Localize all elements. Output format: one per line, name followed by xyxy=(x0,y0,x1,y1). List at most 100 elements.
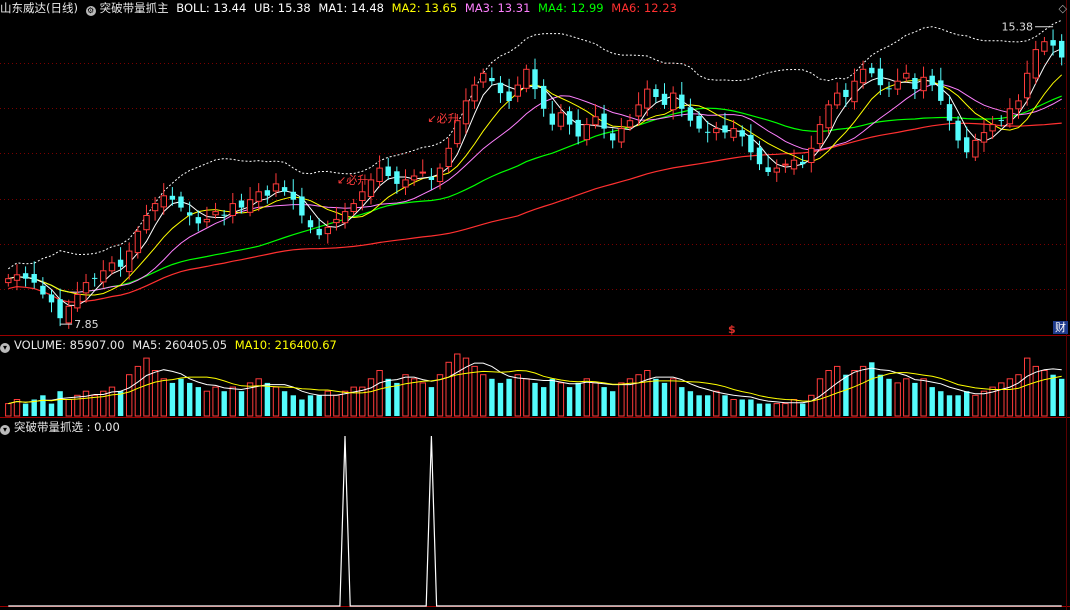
volume-bar-up xyxy=(790,399,798,417)
volume-bar-down xyxy=(946,395,953,416)
volume-bar-down xyxy=(290,395,296,416)
volume-bar-up xyxy=(5,403,12,417)
volume-bar-up xyxy=(402,374,409,417)
settings-icon[interactable]: ⚙ xyxy=(85,6,96,16)
candle-down xyxy=(765,167,771,172)
candle-up xyxy=(324,226,332,235)
candle-up xyxy=(808,147,815,164)
volume-bar-down xyxy=(169,382,176,416)
candle-up xyxy=(1024,72,1031,99)
candle-down xyxy=(541,85,547,109)
candle-up xyxy=(1032,49,1039,79)
volume-bar-up xyxy=(203,390,211,417)
ma4-value: MA4: 12.99 xyxy=(538,1,604,15)
volume-bar-down xyxy=(221,391,227,416)
volume-bar-up xyxy=(359,386,366,417)
volume-bar-up xyxy=(255,378,262,417)
candle-down xyxy=(169,195,176,200)
indicator-name[interactable]: 突破带量抓主 xyxy=(100,1,169,15)
volume-bar-down xyxy=(489,378,495,416)
volume-bar-up xyxy=(834,365,841,417)
candle-down xyxy=(938,80,944,101)
volume-bar-up xyxy=(445,361,452,417)
volume-bar-down xyxy=(955,395,961,416)
volume-bar-down xyxy=(117,391,124,416)
volume-bar-down xyxy=(938,391,944,416)
candle-up xyxy=(557,112,565,127)
candle-down xyxy=(290,191,296,200)
signal-header: ▾ 突破带量抓选 : 0.00 xyxy=(0,419,124,435)
candle-down xyxy=(946,104,953,121)
ub-value: UB: 15.38 xyxy=(253,1,311,15)
candle-up xyxy=(462,100,470,125)
ma3-value: MA3: 13.31 xyxy=(464,1,531,15)
volume-bar-up xyxy=(1041,370,1048,417)
candle-up xyxy=(74,294,81,309)
volume-bar-up xyxy=(618,382,625,417)
candle-down xyxy=(48,294,55,303)
volume-bar-up xyxy=(583,378,590,417)
candle-down xyxy=(696,116,702,129)
candle-down xyxy=(22,273,29,279)
candle-down xyxy=(748,134,754,153)
candle-down xyxy=(912,78,918,90)
volume-header: ▾ VOLUME: 85907.00 MA5: 260405.05 MA10: 2… xyxy=(0,337,341,353)
candle-up xyxy=(126,250,133,273)
candle-up xyxy=(65,305,72,324)
candle-down xyxy=(575,119,581,137)
candle-up xyxy=(989,124,996,132)
volume-bar-up xyxy=(1024,357,1031,417)
stock-chart[interactable]: 15.38 7.85 ↙必升 ↙必升 xyxy=(0,0,1070,610)
volume-bar-down xyxy=(532,382,538,416)
volume-bar-down xyxy=(307,395,314,416)
volume-bar-up xyxy=(773,403,780,417)
volume-bar-up xyxy=(851,370,858,417)
volume-bar-up xyxy=(557,382,565,417)
candle-down xyxy=(566,111,573,125)
diamond-icon[interactable]: ◇ xyxy=(1059,2,1067,15)
ma6-line xyxy=(8,122,1062,303)
volume-bar-down xyxy=(601,387,607,416)
volume-bar-up xyxy=(808,394,815,417)
candle-down xyxy=(40,285,46,295)
volume-bar-up xyxy=(160,378,168,417)
candle-down xyxy=(955,120,961,141)
signal-value: 突破带量抓选 : 0.00 xyxy=(14,420,120,434)
ma1-value: MA1: 14.48 xyxy=(318,1,384,15)
candle-down xyxy=(869,67,875,74)
volume-bar-up xyxy=(1032,365,1039,417)
candle-up xyxy=(134,230,142,254)
candle-up xyxy=(212,211,219,216)
volume-bar-up xyxy=(410,378,418,417)
candle-up xyxy=(436,167,444,183)
stock-title[interactable]: 山东威达(日线) xyxy=(0,1,78,15)
volume-bar-up xyxy=(972,394,979,417)
candle-up xyxy=(471,84,478,102)
candle-up xyxy=(851,80,858,103)
candle-down xyxy=(532,69,538,90)
candle-up xyxy=(367,179,375,197)
candle-up xyxy=(143,215,150,231)
volume-bar-down xyxy=(1059,378,1065,416)
candle-down xyxy=(428,176,435,180)
candle-up xyxy=(782,163,789,166)
candle-up xyxy=(402,179,409,188)
volume-bar-up xyxy=(998,382,1005,417)
volume-bar-up xyxy=(134,365,142,417)
candle-up xyxy=(410,175,418,181)
candle-up xyxy=(980,132,988,143)
candle-up xyxy=(523,68,530,89)
volume-bar-down xyxy=(178,378,184,416)
candle-down xyxy=(506,91,512,101)
dollar-marker[interactable]: $ xyxy=(728,323,736,336)
volume-bar-up xyxy=(514,374,521,417)
volume-bar-up xyxy=(644,370,651,417)
volume-bar-down xyxy=(195,387,201,416)
candle-up xyxy=(894,80,901,90)
candle-down xyxy=(929,75,935,86)
candle-down xyxy=(998,119,1004,121)
chevron-down-icon[interactable]: ▾ xyxy=(0,425,10,435)
chevron-down-icon[interactable]: ▾ xyxy=(0,343,10,353)
finance-button[interactable]: 财 xyxy=(1053,321,1068,334)
volume-bar-up xyxy=(91,394,98,417)
